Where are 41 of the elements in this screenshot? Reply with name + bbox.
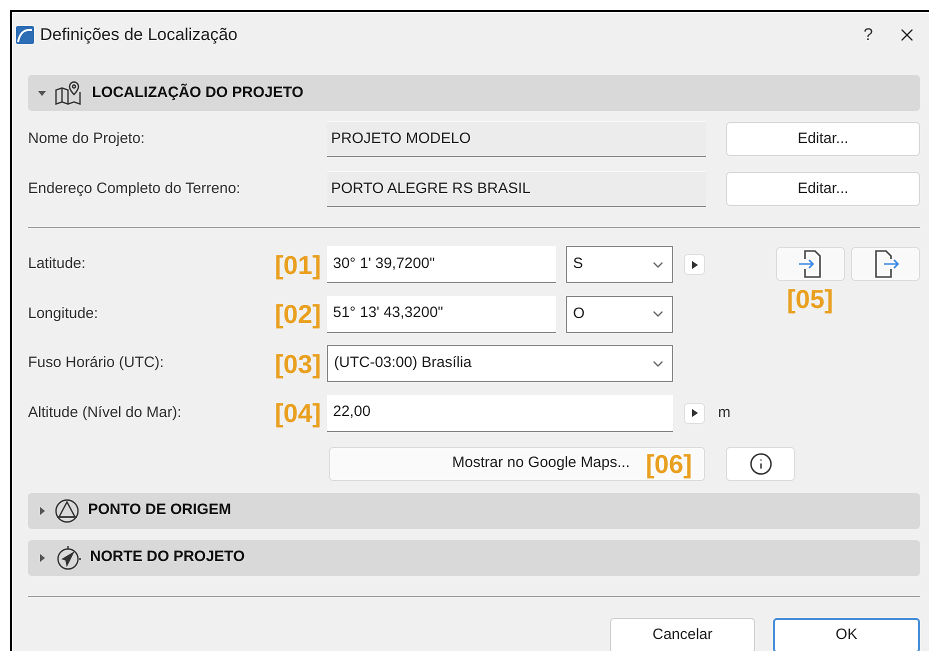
field-label: Latitude: bbox=[28, 254, 87, 274]
edit-button[interactable]: Editar... bbox=[726, 172, 920, 206]
section-header[interactable]: NORTE DO PROJETO bbox=[28, 540, 920, 576]
altitude-field[interactable]: 22,00 bbox=[327, 394, 673, 432]
annotation-label: [04] bbox=[274, 400, 321, 426]
cancel-button[interactable]: Cancelar bbox=[610, 618, 755, 651]
field-label: Longitude: bbox=[28, 304, 100, 324]
annotation-label: [06] bbox=[646, 450, 692, 476]
readonly-field: PORTO ALEGRE RS BRASIL bbox=[327, 171, 706, 207]
play-icon bbox=[692, 409, 698, 417]
ok-button[interactable]: OK bbox=[773, 618, 920, 651]
triangle-circle-icon bbox=[54, 498, 80, 524]
annotation-label: [02] bbox=[274, 301, 321, 327]
google-maps-button[interactable]: Mostrar no Google Maps... [06] bbox=[329, 446, 705, 480]
stepper-button[interactable] bbox=[684, 402, 705, 424]
section-header[interactable]: LOCALIZAÇÃO DO PROJETO bbox=[28, 75, 920, 111]
field-label: Fuso Horário (UTC): bbox=[28, 353, 165, 374]
readonly-field: PROJETO MODELO bbox=[327, 121, 706, 157]
edit-button[interactable]: Editar... bbox=[726, 122, 920, 156]
coordinate-field[interactable]: 51° 13' 43,3200" bbox=[327, 296, 556, 332]
unit-label: m bbox=[718, 402, 730, 423]
import-button[interactable] bbox=[776, 247, 845, 281]
info-button[interactable] bbox=[726, 446, 795, 480]
annotation-label: [05] bbox=[786, 286, 834, 312]
field-label: Altitude (Nível do Mar): bbox=[28, 402, 182, 423]
field-label: Endereço Completo do Terreno: bbox=[28, 178, 242, 199]
direction-dropdown[interactable]: S bbox=[566, 246, 673, 283]
direction-dropdown[interactable]: O bbox=[566, 296, 673, 332]
annotation-label: [03] bbox=[274, 350, 321, 376]
app-logo-icon bbox=[16, 26, 34, 44]
section-header[interactable]: PONTO DE ORIGEM bbox=[28, 492, 920, 528]
field-label: Nome do Projeto: bbox=[28, 128, 146, 149]
play-icon bbox=[692, 260, 698, 268]
stepper-button[interactable] bbox=[684, 254, 705, 275]
window-title: Definições de Localização bbox=[40, 24, 238, 46]
help-button[interactable]: ? bbox=[864, 22, 873, 48]
export-button[interactable] bbox=[851, 247, 920, 281]
info-icon bbox=[748, 452, 772, 476]
coordinate-field[interactable]: 30° 1' 39,7200" bbox=[327, 246, 556, 283]
timezone-dropdown[interactable]: (UTC-03:00) Brasília bbox=[327, 345, 673, 382]
annotation-label: [01] bbox=[274, 252, 321, 278]
